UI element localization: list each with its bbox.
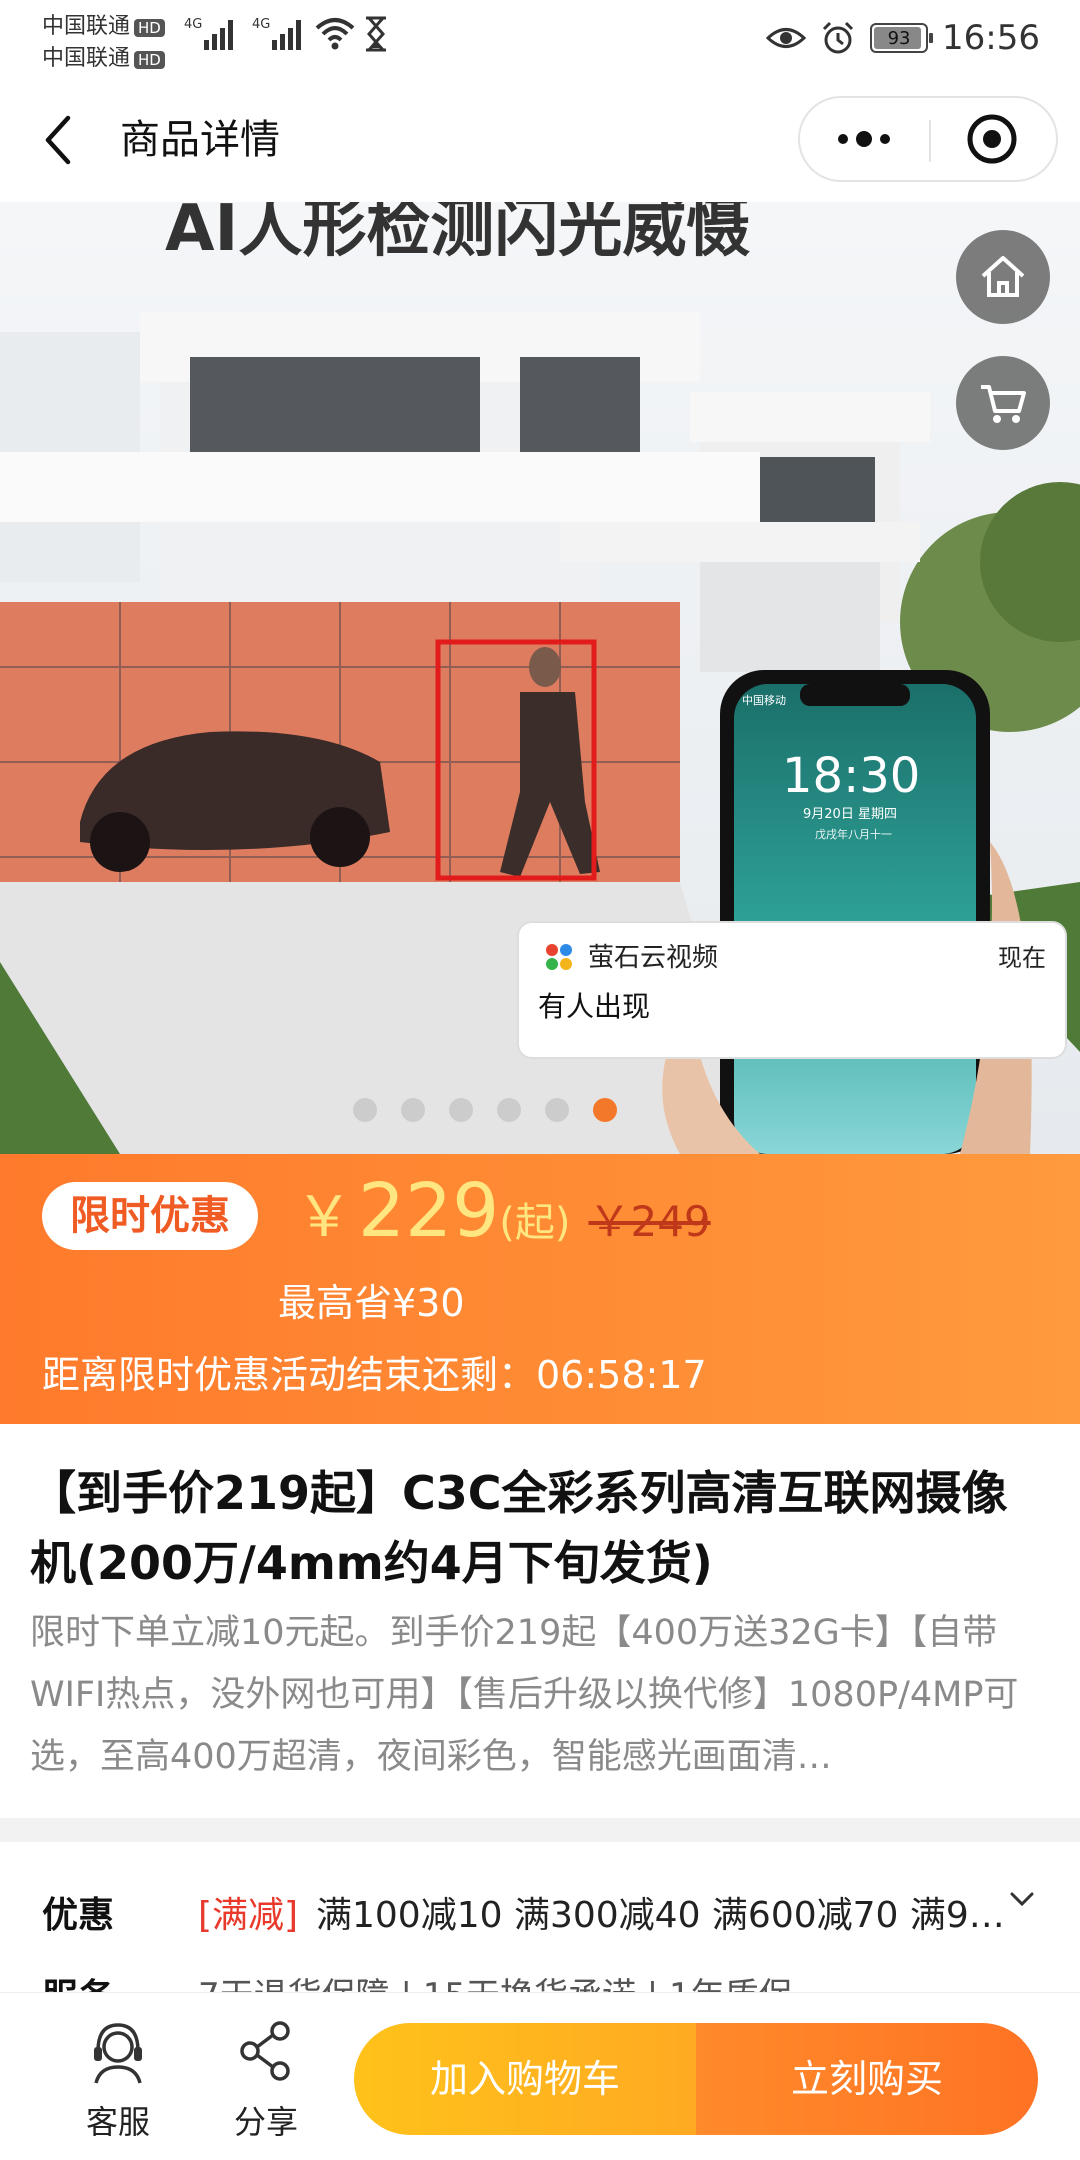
- carousel-dot[interactable]: [497, 1098, 521, 1122]
- product-image-carousel[interactable]: AI人形检测闪光威慑 中国移动 18:30 9月20日 星期四 戊戌年八月十一: [0, 202, 1080, 1154]
- product-description: 限时下单立减10元起。到手价219起【400万送32G卡】【自带WIFI热点，没…: [30, 1613, 1019, 1777]
- price-row: ￥ 229 (起) ￥249: [296, 1168, 711, 1254]
- notification-time: 现在: [998, 944, 1046, 972]
- battery-indicator: 93: [870, 23, 934, 53]
- status-bar: 中国联通 HD 中国联通 HD 4G 4G 93 16:56: [0, 0, 1080, 80]
- home-float-button[interactable]: [956, 230, 1050, 324]
- share-icon: [240, 2021, 290, 2081]
- carousel-dot[interactable]: [593, 1098, 617, 1122]
- share-label: 分享: [233, 2103, 298, 2141]
- product-title: 【到手价219起】C3C全彩系列高清互联网摄像机(200万/4mm约4月下旬发货…: [30, 1466, 1008, 1590]
- phone-lock-time: 18:30: [782, 748, 920, 804]
- alarm-icon: [822, 21, 854, 54]
- carousel-dot[interactable]: [401, 1098, 425, 1122]
- eye-comfort-icon: [766, 28, 807, 48]
- headset-icon: [94, 2023, 142, 2084]
- sale-price: 229: [358, 1168, 500, 1254]
- carousel-dot[interactable]: [545, 1098, 569, 1122]
- customer-service-label: 客服: [85, 2103, 150, 2141]
- phone-carrier: 中国移动: [742, 694, 786, 707]
- page-title: 商品详情: [120, 117, 280, 163]
- carousel-dot[interactable]: [449, 1098, 473, 1122]
- product-banner-image: AI人形检测闪光威慑 中国移动 18:30 9月20日 星期四 戊戌年八月十一: [0, 202, 1080, 1154]
- back-button[interactable]: [36, 110, 86, 170]
- phone-lunar-date: 戊戌年八月十一: [815, 827, 892, 841]
- phone-lock-date: 9月20日 星期四: [803, 807, 897, 822]
- signal-icon-2: 4G: [252, 17, 301, 50]
- carousel-indicator[interactable]: [0, 1098, 1080, 1122]
- carousel-dot[interactable]: [353, 1098, 377, 1122]
- offer-countdown: 距离限时优惠活动结束还剩：06:58:17: [42, 1353, 707, 1397]
- home-icon: [981, 256, 1025, 297]
- carrier-label-2: 中国联通 HD: [42, 40, 165, 72]
- svg-text:4G: 4G: [184, 17, 202, 32]
- currency-symbol: ￥: [296, 1185, 352, 1250]
- service-label: 服务: [42, 1968, 114, 1992]
- svg-text:4G: 4G: [252, 17, 270, 32]
- discount-label: 优惠: [42, 1895, 115, 1936]
- shopping-cart-icon: [981, 385, 1026, 423]
- bottom-action-bar: 客服 分享 加入购物车 立刻购买: [0, 1992, 1080, 2160]
- section-divider: [0, 1818, 1080, 1842]
- status-right-group: 93 16:56: [766, 14, 1040, 62]
- banner-headline: AI人形检测闪光威慑: [165, 202, 750, 266]
- cart-float-button[interactable]: [956, 356, 1050, 450]
- discount-row[interactable]: 优惠 [满减] 满100减10 满300减40 满600减70 满9…: [0, 1874, 1080, 1944]
- hourglass-icon: [366, 16, 386, 52]
- notification-message: 有人出现: [538, 990, 650, 1023]
- service-row[interactable]: 服务 7天退货保障 | 15天换货承诺 | 1年质保: [0, 1960, 1080, 1992]
- chevron-down-icon[interactable]: [1004, 1882, 1040, 1918]
- wifi-icon: [315, 18, 355, 50]
- price-suffix: (起): [499, 1200, 571, 1246]
- nav-bar: 商品详情: [0, 80, 1080, 202]
- buy-now-button[interactable]: 立刻购买: [696, 2023, 1038, 2135]
- share-button[interactable]: 分享: [206, 2007, 326, 2141]
- add-to-cart-button[interactable]: 加入购物车: [354, 2023, 696, 2135]
- carrier-label-1: 中国联通 HD: [42, 8, 165, 40]
- more-dot-icon: [856, 131, 872, 147]
- limited-offer-banner: 限时优惠 ￥ 229 (起) ￥249 最高省¥30 距离限时优惠活动结束还剩：…: [0, 1154, 1080, 1424]
- limited-offer-badge: 限时优惠: [42, 1182, 258, 1250]
- signal-icon-1: 4G: [184, 17, 233, 50]
- miniprogram-capsule: [798, 96, 1058, 182]
- status-clock: 16:56: [942, 18, 1040, 58]
- discount-tag: [满减]: [198, 1895, 299, 1936]
- close-miniprogram-button[interactable]: [928, 98, 1056, 180]
- service-details: 7天退货保障 | 15天换货承诺 | 1年质保: [198, 1968, 793, 1992]
- original-price: ￥249: [588, 1197, 711, 1246]
- more-dot-icon: [880, 134, 890, 144]
- more-dot-icon: [838, 134, 848, 144]
- discount-details: 满100减10 满300减40 满600减70 满9…: [316, 1895, 1005, 1936]
- max-savings: 最高省¥30: [278, 1281, 465, 1325]
- product-info: 【到手价219起】C3C全彩系列高清互联网摄像机(200万/4mm约4月下旬发货…: [0, 1424, 1080, 1818]
- customer-service-button[interactable]: 客服: [58, 2007, 178, 2141]
- target-close-icon: [967, 114, 1017, 164]
- notification-app-name: 萤石云视频: [588, 943, 718, 973]
- chevron-left-icon: [45, 115, 71, 165]
- offers-section: 优惠 [满减] 满100减10 满300减40 满600减70 满9… 服务 7…: [0, 1842, 1080, 1992]
- more-button[interactable]: [800, 98, 928, 180]
